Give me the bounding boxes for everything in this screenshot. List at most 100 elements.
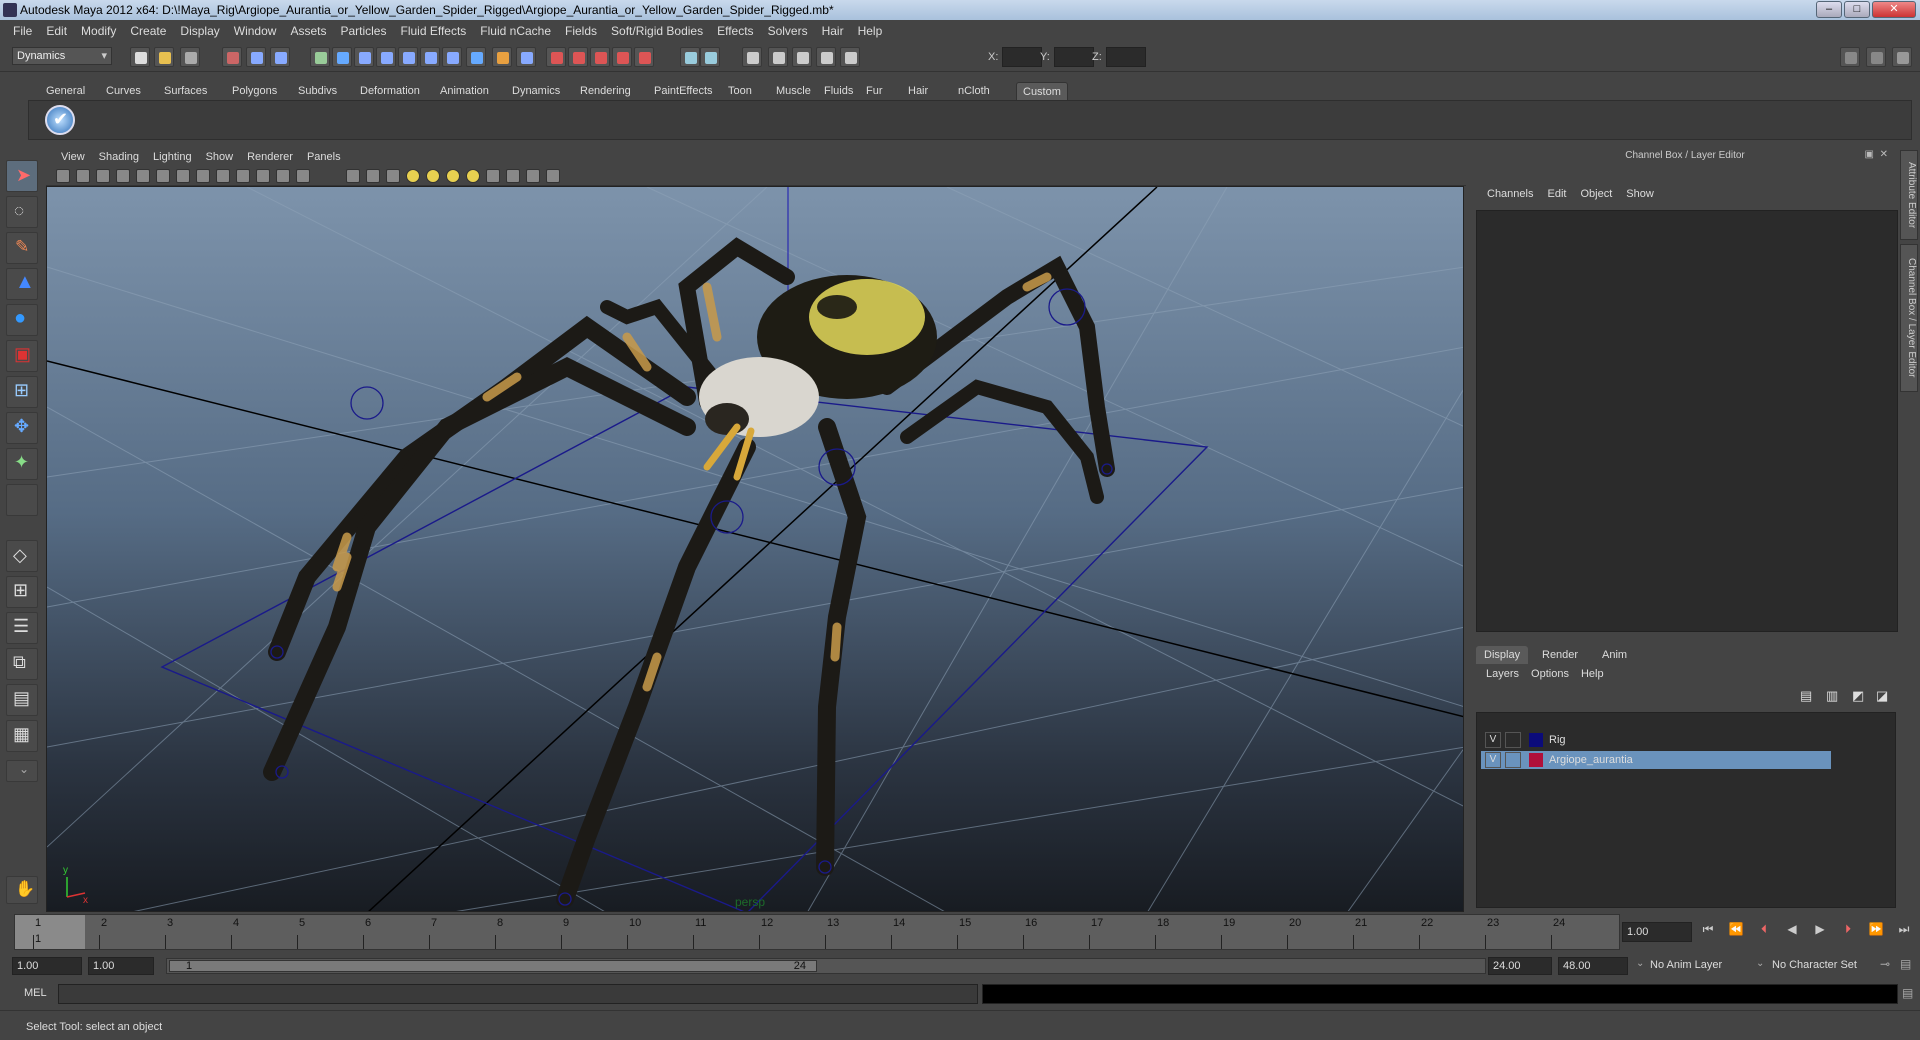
ambient-occlusion-icon[interactable]: [466, 169, 480, 183]
xray-components-icon[interactable]: [546, 169, 560, 183]
layer-visibility-toggle[interactable]: V: [1485, 752, 1501, 768]
show-attribute-editor-icon[interactable]: [1840, 47, 1860, 67]
select-curves-icon[interactable]: [354, 47, 374, 67]
four-view-layout-icon[interactable]: ⊞: [6, 576, 38, 608]
snap-curve-icon[interactable]: [568, 47, 588, 67]
layer-visibility-toggle[interactable]: V: [1485, 732, 1501, 748]
snap-point-icon[interactable]: [590, 47, 610, 67]
shelf-tab-custom[interactable]: Custom: [1016, 82, 1068, 100]
shelf-tab-rendering[interactable]: Rendering: [574, 82, 637, 100]
viewport-menu-panels[interactable]: Panels: [300, 148, 348, 166]
animation-end-field[interactable]: 48.00: [1558, 957, 1628, 975]
lock-selection-icon[interactable]: [492, 47, 512, 67]
layer-color-swatch[interactable]: [1529, 753, 1543, 767]
go-to-start-icon[interactable]: ⏮: [1696, 922, 1720, 942]
shadows-icon[interactable]: [446, 169, 460, 183]
menu-fluid-effects[interactable]: Fluid Effects: [393, 24, 473, 38]
snap-plane-icon[interactable]: [612, 47, 632, 67]
character-set-label[interactable]: No Character Set: [1772, 959, 1857, 971]
step-forward-key-icon[interactable]: ⏩: [1864, 922, 1888, 942]
play-backward-icon[interactable]: ◀: [1780, 922, 1804, 942]
layer-row-argiope-aurantia[interactable]: V Argiope_aurantia: [1481, 751, 1831, 769]
layer-menu-help[interactable]: Help: [1575, 668, 1610, 680]
safe-title-icon[interactable]: [296, 169, 310, 183]
range-slider[interactable]: 1 24: [166, 958, 1486, 974]
last-tool-icon[interactable]: [6, 484, 38, 516]
gate-mask-icon[interactable]: [236, 169, 250, 183]
textured-icon[interactable]: [406, 169, 420, 183]
graph-persp-layout-icon[interactable]: ⧉: [6, 648, 38, 680]
xray-icon[interactable]: [506, 169, 520, 183]
layer-tab-display[interactable]: Display: [1476, 646, 1529, 664]
character-set-dropdown-icon[interactable]: ⌄: [1756, 958, 1764, 969]
film-gate-icon[interactable]: [196, 169, 210, 183]
attribute-editor-side-tab[interactable]: Attribute Editor: [1900, 150, 1918, 240]
go-to-end-icon[interactable]: ⏭: [1892, 922, 1916, 942]
select-camera-icon[interactable]: [56, 169, 70, 183]
shelf-tab-ncloth[interactable]: nCloth: [952, 82, 996, 100]
script-editor-icon[interactable]: ▤: [1902, 986, 1913, 1000]
rotate-tool-icon[interactable]: ●: [6, 304, 38, 336]
shelf-tab-subdivs[interactable]: Subdivs: [292, 82, 343, 100]
menu-file[interactable]: File: [6, 24, 39, 38]
universal-manipulator-icon[interactable]: ⊞: [6, 376, 38, 408]
select-rendering-icon[interactable]: [442, 47, 462, 67]
play-forward-icon[interactable]: ▶: [1808, 922, 1832, 942]
viewport-menu-lighting[interactable]: Lighting: [146, 148, 199, 166]
channel-box-menu-edit[interactable]: Edit: [1540, 188, 1573, 200]
shelf-tab-surfaces[interactable]: Surfaces: [158, 82, 213, 100]
outliner-persp-layout-icon[interactable]: ☰: [6, 612, 38, 644]
minimize-button[interactable]: –: [1816, 1, 1842, 18]
shelf-tab-animation[interactable]: Animation: [434, 82, 495, 100]
select-tool-icon[interactable]: ➤: [6, 160, 38, 192]
shelf-tab-fur[interactable]: Fur: [860, 82, 889, 100]
select-deformations-icon[interactable]: [398, 47, 418, 67]
move-layer-up-icon[interactable]: ◩: [1852, 688, 1864, 704]
step-forward-frame-icon[interactable]: ⏵: [1836, 922, 1860, 942]
animation-preferences-icon[interactable]: ▤: [1900, 957, 1911, 971]
shelf-tab-deformation[interactable]: Deformation: [354, 82, 426, 100]
soft-modification-icon[interactable]: ✥: [6, 412, 38, 444]
select-by-hierarchy-icon[interactable]: [222, 47, 242, 67]
safe-action-icon[interactable]: [276, 169, 290, 183]
shelf-tab-toon[interactable]: Toon: [722, 82, 758, 100]
channel-box-side-tab[interactable]: Channel Box / Layer Editor: [1900, 244, 1918, 392]
current-frame-field[interactable]: 1.00: [1622, 922, 1692, 942]
viewport-menu-view[interactable]: View: [54, 148, 92, 166]
new-layer-selected-icon[interactable]: ▥: [1826, 688, 1838, 704]
auto-key-icon[interactable]: ⊸: [1880, 957, 1890, 971]
menu-display[interactable]: Display: [173, 24, 226, 38]
select-surfaces-icon[interactable]: [376, 47, 396, 67]
open-scene-icon[interactable]: [154, 47, 174, 67]
construction-history-icon[interactable]: [742, 47, 762, 67]
layer-playback-toggle[interactable]: [1505, 752, 1521, 768]
menu-fluid-ncache[interactable]: Fluid nCache: [473, 24, 558, 38]
menu-assets[interactable]: Assets: [283, 24, 333, 38]
output-ops-icon[interactable]: [700, 47, 720, 67]
close-button[interactable]: ✕: [1872, 1, 1916, 18]
custom-shelf-checkmark-icon[interactable]: ✔: [45, 105, 75, 135]
menu-hair[interactable]: Hair: [815, 24, 851, 38]
input-ops-icon[interactable]: [680, 47, 700, 67]
menu-solvers[interactable]: Solvers: [761, 24, 815, 38]
layer-tab-render[interactable]: Render: [1534, 646, 1586, 664]
snap-grid-icon[interactable]: [546, 47, 566, 67]
shelf-tab-general[interactable]: General: [40, 82, 91, 100]
wireframe-on-shaded-icon[interactable]: [386, 169, 400, 183]
render-settings-icon[interactable]: [816, 47, 836, 67]
use-all-lights-icon[interactable]: [426, 169, 440, 183]
playback-end-field[interactable]: 24.00: [1488, 957, 1552, 975]
hypershade-icon[interactable]: [840, 47, 860, 67]
hypershade-layout-icon[interactable]: ▤: [6, 684, 38, 716]
select-misc-icon[interactable]: [466, 47, 486, 67]
viewport-menu-renderer[interactable]: Renderer: [240, 148, 300, 166]
select-joints-icon[interactable]: [332, 47, 352, 67]
reset-tool-icon[interactable]: ✋: [6, 876, 38, 904]
playback-start-field[interactable]: 1.00: [88, 957, 154, 975]
menu-edit[interactable]: Edit: [39, 24, 74, 38]
z-input[interactable]: [1106, 47, 1146, 67]
channel-box-menu-show[interactable]: Show: [1619, 188, 1661, 200]
close-panel-icon[interactable]: ✕: [1880, 149, 1888, 160]
field-chart-icon[interactable]: [256, 169, 270, 183]
layer-playback-toggle[interactable]: [1505, 732, 1521, 748]
